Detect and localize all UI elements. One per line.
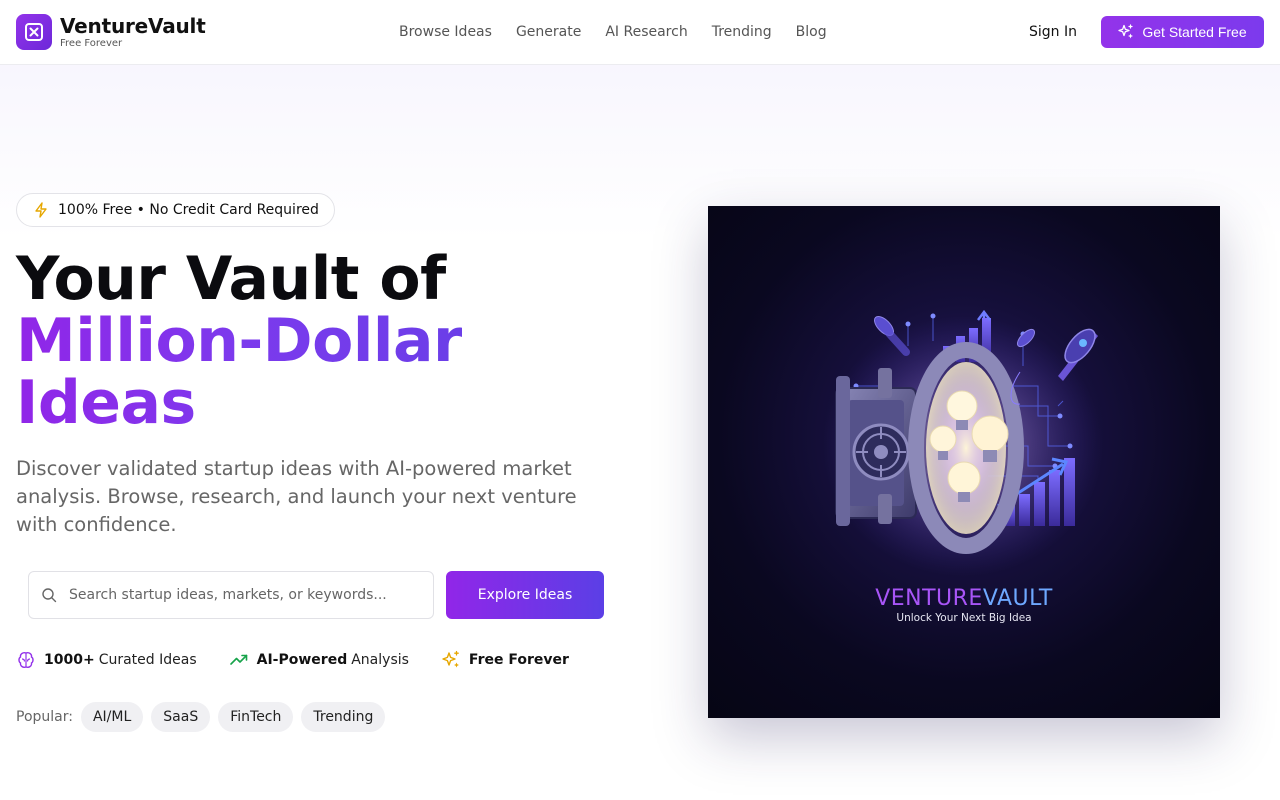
wordmark-part1: VENTURE [875, 586, 983, 611]
hero-illustration: VENTUREVAULT Unlock Your Next Big Idea [708, 206, 1220, 718]
tag-saas[interactable]: SaaS [151, 702, 211, 732]
feature-curated-text: Curated Ideas [98, 652, 197, 668]
popular-label: Popular: [16, 709, 73, 725]
sign-in-button[interactable]: Sign In [1017, 22, 1089, 42]
explore-ideas-button[interactable]: Explore Ideas [446, 571, 604, 619]
sparkles-icon [441, 650, 461, 670]
hero-subtitle: Discover validated startup ideas with AI… [16, 457, 577, 536]
search-icon [41, 587, 57, 603]
top-navbar: VentureVault Free Forever Browse Ideas G… [0, 0, 1280, 65]
brand-tagline: Free Forever [60, 37, 123, 49]
hero-title-line3: Ideas [16, 372, 462, 434]
wordmark-part2: VAULT [982, 586, 1053, 611]
tag-trending[interactable]: Trending [301, 702, 386, 732]
sparkles-icon [1118, 24, 1134, 40]
nav-blog[interactable]: Blog [784, 22, 839, 42]
brand-logo-link[interactable]: VentureVault Free Forever [16, 14, 206, 50]
free-badge-text: 100% Free • No Credit Card Required [58, 202, 319, 218]
lightning-icon [33, 202, 49, 218]
search-box[interactable] [28, 571, 434, 619]
feature-curated-ideas: 1000+ Curated Ideas [16, 650, 197, 670]
brand-name: VentureVault [60, 13, 206, 38]
x-square-icon [16, 14, 52, 50]
nav-ai-research[interactable]: AI Research [593, 22, 699, 42]
feature-free-bold: Free Forever [468, 652, 569, 668]
nav-browse-ideas[interactable]: Browse Ideas [387, 22, 504, 42]
nav-trending[interactable]: Trending [700, 22, 784, 42]
feature-list: 1000+ Curated Ideas AI-Powered Analysis … [16, 650, 605, 670]
feature-ai-analysis: AI-Powered Analysis [229, 650, 409, 670]
hero-title: Your Vault of Million-Dollar Ideas [16, 244, 463, 434]
brain-icon [16, 650, 36, 670]
search-input[interactable] [69, 587, 419, 603]
feature-curated-bold: 1000+ [44, 652, 95, 668]
tag-ai-ml[interactable]: AI/ML [80, 702, 144, 732]
get-started-label: Get Started Free [1142, 24, 1247, 40]
feature-free-forever: Free Forever [441, 650, 573, 670]
trending-up-icon [229, 650, 249, 670]
feature-ai-bold: AI-Powered [256, 652, 348, 668]
main-nav: Browse Ideas Generate AI Research Trendi… [387, 22, 839, 42]
illustration-wordmark: VENTUREVAULT [708, 586, 1220, 611]
popular-tags: Popular: AI/ML SaaS FinTech Trending [16, 702, 393, 732]
free-badge: 100% Free • No Credit Card Required [16, 193, 335, 227]
hero-title-line2: Million-Dollar [16, 306, 463, 376]
get-started-button[interactable]: Get Started Free [1101, 16, 1264, 48]
vault-illustration [823, 309, 1103, 576]
illustration-tagline: Unlock Your Next Big Idea [896, 612, 1032, 624]
nav-generate[interactable]: Generate [504, 22, 593, 42]
hero-title-line1: Your Vault of [16, 244, 446, 314]
feature-ai-text: Analysis [351, 652, 409, 668]
tag-fintech[interactable]: FinTech [218, 702, 294, 732]
